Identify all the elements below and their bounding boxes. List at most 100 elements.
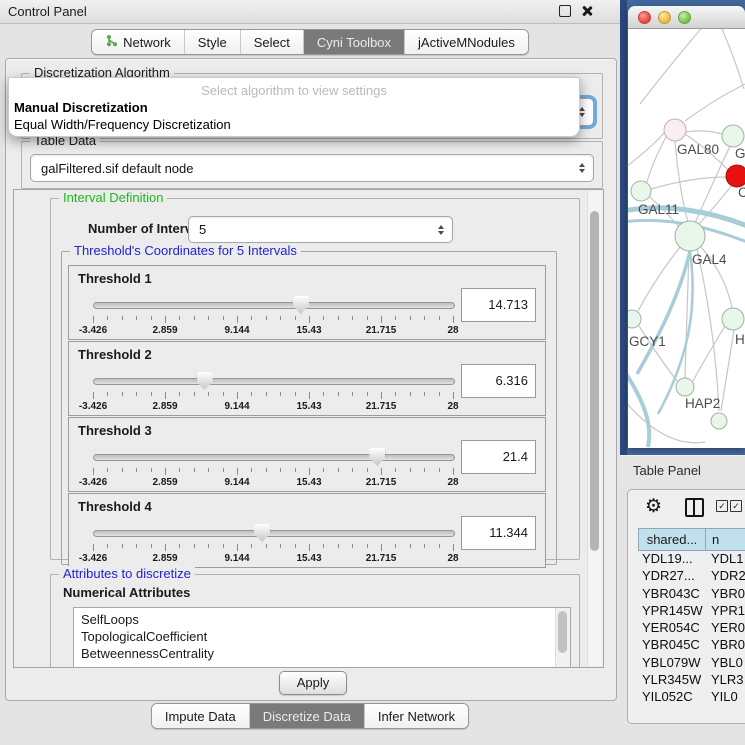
scrollbar-thumb[interactable] — [590, 211, 599, 551]
network-edge[interactable] — [686, 131, 722, 134]
network-node-green[interactable] — [722, 125, 744, 147]
tab-infer-network[interactable]: Infer Network — [364, 704, 468, 728]
apply-button[interactable]: Apply — [279, 671, 347, 695]
table-row[interactable]: YPR145WYPR1 — [638, 603, 745, 620]
threshold-value-field[interactable]: 6.316 — [461, 364, 536, 398]
tab-impute-data[interactable]: Impute Data — [152, 704, 249, 728]
attributes-group: Attributes to discretize Numerical Attri… — [50, 574, 580, 668]
threshold-panel: Threshold 2-3.4262.8599.14415.4321.71528… — [68, 341, 546, 416]
float-window-icon[interactable] — [559, 5, 571, 17]
table-row[interactable]: YER054CYER0 — [638, 620, 745, 637]
vertical-scrollbar[interactable] — [587, 191, 602, 666]
algorithm-option-manual[interactable]: Manual Discretization — [9, 99, 579, 116]
table-data-select[interactable]: galFiltered.sif default node — [30, 154, 594, 182]
list-item[interactable]: TopologicalCoefficient — [74, 628, 570, 645]
table-row[interactable]: YBR045CYBR0 — [638, 637, 745, 654]
threshold-slider-4[interactable]: -3.4262.8599.14415.4321.71528 — [93, 528, 453, 564]
table-row[interactable]: YBL079WYBL0 — [638, 655, 745, 672]
tick-mark — [410, 316, 411, 320]
algorithm-placeholder-option[interactable]: Select algorithm to view settings — [9, 78, 579, 99]
number-of-intervals-select[interactable]: 5 — [188, 216, 453, 243]
tab-style[interactable]: Style — [184, 30, 240, 54]
tab-label: Cyni Toolbox — [317, 35, 391, 50]
network-window-titlebar[interactable] — [628, 6, 745, 29]
tick-mark — [151, 316, 152, 320]
tick-mark — [251, 316, 252, 320]
column-header-name[interactable]: n — [706, 528, 745, 551]
network-node-pink[interactable] — [664, 119, 686, 141]
tab-jactivemnodules[interactable]: jActiveMNodules — [404, 30, 528, 54]
tick-mark — [323, 316, 324, 320]
tick-mark — [107, 544, 108, 548]
network-edge[interactable] — [685, 84, 745, 121]
threshold-value-field[interactable]: 21.4 — [461, 440, 536, 474]
threshold-slider-3[interactable]: -3.4262.8599.14415.4321.71528 — [93, 452, 453, 488]
numerical-attributes-list[interactable]: SelfLoopsTopologicalCoefficientBetweenne… — [73, 607, 571, 668]
network-node-green[interactable] — [631, 181, 651, 201]
threshold-value-field[interactable]: 14.713 — [461, 288, 536, 322]
tick-mark — [309, 392, 310, 399]
network-node-green[interactable] — [675, 221, 705, 251]
table-row[interactable]: YDR27...YDR2 — [638, 568, 745, 585]
close-traffic-light-icon[interactable] — [638, 11, 651, 24]
threshold-slider-1[interactable]: -3.4262.8599.14415.4321.71528 — [93, 300, 453, 336]
tick-mark — [453, 316, 454, 323]
threshold-panel: Threshold 4 -3.4262.8599.14415.4321.71528… — [68, 493, 546, 568]
list-item[interactable]: BetweennessCentrality — [74, 645, 570, 662]
network-node-green[interactable] — [711, 413, 727, 429]
threshold-slider-2[interactable]: -3.4262.8599.14415.4321.71528 — [93, 376, 453, 412]
cell-shared-name: YIL052C — [638, 689, 706, 706]
tab-label: Impute Data — [165, 709, 236, 724]
network-graph[interactable]: GAL80GACGAL11GAL4GCY1HAHAP2 — [628, 29, 745, 448]
network-canvas[interactable]: GAL80GACGAL11GAL4GCY1HAHAP2 — [628, 29, 745, 448]
close-icon[interactable] — [581, 6, 592, 17]
network-node-green[interactable] — [722, 308, 744, 330]
network-edge[interactable] — [647, 137, 666, 182]
list-item[interactable]: SelfLoops — [74, 611, 570, 628]
network-node-green[interactable] — [676, 378, 694, 396]
minimize-traffic-light-icon[interactable] — [658, 11, 671, 24]
tick-mark — [237, 316, 238, 323]
network-edge[interactable] — [693, 326, 725, 381]
tick-mark — [266, 392, 267, 396]
slider-thumb[interactable] — [254, 524, 270, 542]
scrollbar-thumb[interactable] — [558, 611, 567, 653]
algorithm-dropdown-popup: Select algorithm to view settings Manual… — [8, 77, 580, 137]
table-row[interactable]: YIL052CYIL0 — [638, 689, 745, 706]
slider-thumb[interactable] — [197, 372, 213, 390]
columns-icon[interactable] — [685, 498, 704, 517]
network-node-green[interactable] — [628, 310, 641, 328]
slider-thumb[interactable] — [293, 296, 309, 314]
scale-label: 21.715 — [366, 553, 397, 564]
table-row[interactable]: YLR345WYLR3 — [638, 672, 745, 689]
network-node-red[interactable] — [726, 165, 745, 187]
tick-mark — [352, 544, 353, 548]
column-header-shared[interactable]: shared... — [638, 528, 706, 551]
gear-icon[interactable]: ⚙ — [645, 494, 662, 520]
checkbox-icon[interactable]: ✓ — [716, 500, 728, 512]
table-row[interactable]: YBR043CYBR0 — [638, 586, 745, 603]
list-scrollbar[interactable] — [555, 608, 570, 668]
network-edge[interactable] — [721, 330, 734, 411]
network-edge[interactable] — [697, 249, 719, 411]
table-row[interactable]: YDL19...YDL1 — [638, 551, 745, 568]
scale-label: 15.43 — [296, 477, 321, 488]
network-edge[interactable] — [720, 29, 744, 89]
tick-mark — [309, 468, 310, 475]
tick-mark — [280, 468, 281, 472]
network-edge[interactable] — [640, 29, 705, 104]
tab-network[interactable]: Network — [92, 30, 184, 54]
table-toolbar: ⚙ ✓ ✓ — [628, 490, 745, 523]
tick-mark — [251, 392, 252, 396]
threshold-value-field[interactable]: 11.344 — [461, 516, 536, 550]
slider-thumb[interactable] — [369, 448, 385, 466]
tab-cyni-toolbox[interactable]: Cyni Toolbox — [303, 30, 404, 54]
tab-select[interactable]: Select — [240, 30, 303, 54]
tab-discretize-data[interactable]: Discretize Data — [249, 704, 364, 728]
algorithm-option-equal-width[interactable]: Equal Width/Frequency Discretization — [9, 116, 579, 133]
node-table: shared... n YDL19...YDL1YDR27...YDR2YBR0… — [638, 528, 745, 723]
threshold-panel: Threshold 1-3.4262.8599.14415.4321.71528… — [68, 265, 546, 340]
zoom-traffic-light-icon[interactable] — [678, 11, 691, 24]
checkbox-icon[interactable]: ✓ — [730, 500, 742, 512]
threshold-label: Threshold 4 — [78, 499, 152, 514]
